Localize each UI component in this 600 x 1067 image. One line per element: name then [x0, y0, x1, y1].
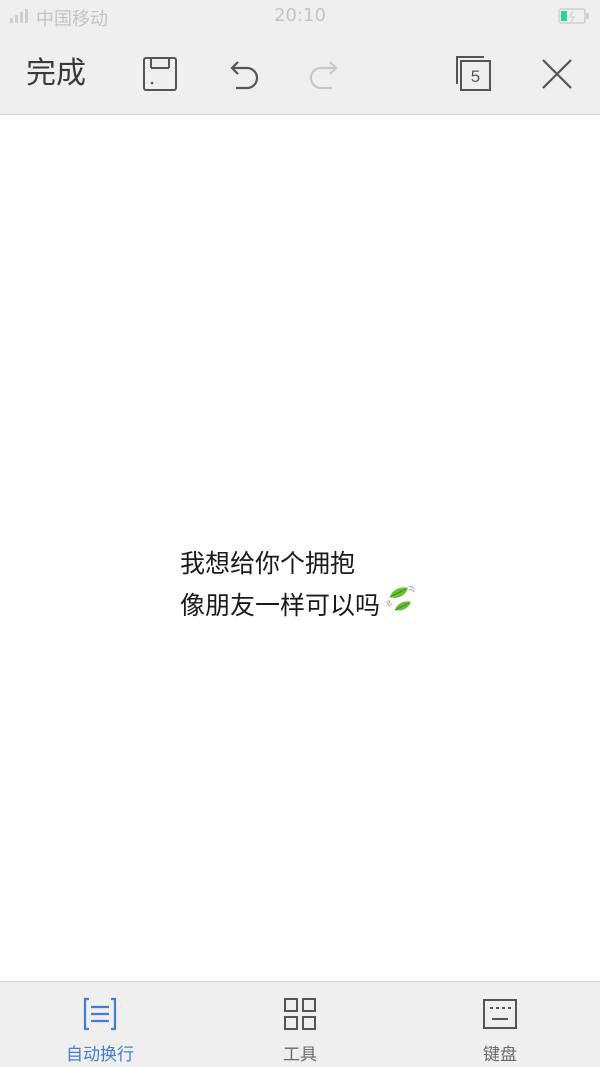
keyboard-label: 键盘 [483, 1045, 517, 1065]
leaf-fluttering-emoji [386, 583, 416, 626]
undo-icon[interactable] [222, 54, 262, 94]
editor-content[interactable]: 我想给你个拥抱 像朋友一样可以吗 [180, 543, 416, 627]
word-wrap-button[interactable]: 自动换行 [0, 982, 200, 1067]
battery-icon [558, 8, 590, 29]
editor-line-2: 像朋友一样可以吗 [180, 585, 416, 627]
text-editor-screen: 中国移动 20:10 完成 5 我想给你个拥抱 像朋友一样可以吗 自动换行 工具… [0, 0, 600, 1067]
keyboard-button[interactable]: 键盘 [400, 982, 600, 1067]
page-count-label: 5 [471, 67, 480, 86]
keyboard-icon [482, 996, 518, 1032]
tools-label: 工具 [283, 1045, 317, 1065]
status-bar: 中国移动 20:10 [0, 0, 600, 34]
word-wrap-label: 自动换行 [66, 1045, 134, 1065]
word-wrap-icon [82, 996, 118, 1032]
top-toolbar: 完成 5 [0, 34, 600, 115]
tools-button[interactable]: 工具 [200, 982, 400, 1067]
save-icon[interactable] [140, 54, 180, 94]
close-icon[interactable] [537, 54, 577, 94]
done-button[interactable]: 完成 [26, 54, 86, 94]
text-editor-area[interactable]: 我想给你个拥抱 像朋友一样可以吗 [0, 115, 600, 981]
status-time: 20:10 [274, 5, 326, 26]
editor-line-2-text: 像朋友一样可以吗 [180, 591, 381, 620]
grid-tools-icon [282, 996, 318, 1032]
editor-line-1: 我想给你个拥抱 [180, 549, 356, 578]
redo-icon[interactable] [306, 54, 346, 94]
bottom-toolbar: 自动换行 工具 键盘 [0, 981, 600, 1067]
page-count-icon[interactable]: 5 [454, 54, 494, 94]
